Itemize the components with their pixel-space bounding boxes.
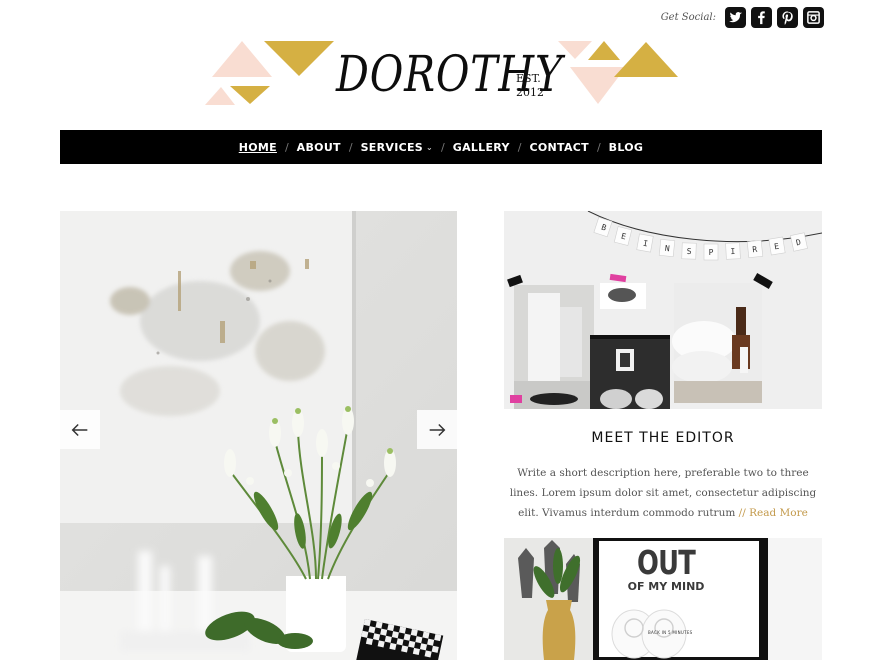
twitter-icon[interactable] <box>725 6 746 28</box>
nav-separator: / <box>441 140 445 154</box>
poster-caption: BACK IN 5 MINUTES <box>648 630 693 635</box>
poster-line-2: OF MY MIND <box>627 580 705 593</box>
editor-title: MEET THE EDITOR <box>591 430 735 446</box>
social-bar: Get Social: <box>661 6 824 28</box>
nav-item-contact[interactable]: CONTACT <box>529 141 588 154</box>
banner-letter: S <box>687 247 692 256</box>
read-more-separator: // <box>738 507 746 519</box>
nav-separator: / <box>596 140 601 154</box>
nav-item-home[interactable]: HOME <box>239 141 277 154</box>
slider-prev-button[interactable] <box>60 410 100 449</box>
editor-photo: BEIN S P I R E D <box>504 211 822 409</box>
main-nav: HOME / ABOUT / SERVICES ⌄ / GALLERY / CO… <box>60 130 822 164</box>
slider-next-button[interactable] <box>417 410 457 449</box>
nav-item-gallery[interactable]: GALLERY <box>453 141 510 154</box>
editor-image[interactable]: BEINSPIRED <box>504 211 822 409</box>
poster-headline: OUT OF MY MIND <box>620 546 712 592</box>
instagram-icon[interactable] <box>803 6 824 28</box>
arrow-left-icon <box>71 423 88 436</box>
logo-est-label: EST. <box>516 72 541 85</box>
arrow-right-icon <box>429 423 446 436</box>
logo-established: EST. 2012 <box>516 72 544 100</box>
editor-description: Write a short description here, preferab… <box>506 463 820 523</box>
nav-item-services-label: SERVICES <box>360 140 423 154</box>
social-label: Get Social: <box>660 11 716 23</box>
poster-line-1: OUT <box>636 543 696 582</box>
read-more-link[interactable]: Read More <box>749 507 808 519</box>
logo-est-year: 2012 <box>516 86 544 99</box>
nav-separator: / <box>517 140 522 154</box>
nav-item-about[interactable]: ABOUT <box>297 141 341 154</box>
nav-separator: / <box>284 140 289 154</box>
nav-separator: / <box>348 140 353 154</box>
chevron-down-icon: ⌄ <box>426 142 434 152</box>
nav-item-services[interactable]: SERVICES ⌄ <box>361 141 433 154</box>
banner-letter: P <box>709 248 714 257</box>
banner-letter: I <box>730 247 735 256</box>
slider-image <box>60 211 457 660</box>
site-logo[interactable]: DOROTHY EST. 2012 <box>200 38 690 110</box>
facebook-icon[interactable] <box>751 6 772 28</box>
nav-item-blog[interactable]: BLOG <box>609 141 644 154</box>
featured-slider <box>60 211 457 660</box>
pinterest-icon[interactable] <box>777 6 798 28</box>
